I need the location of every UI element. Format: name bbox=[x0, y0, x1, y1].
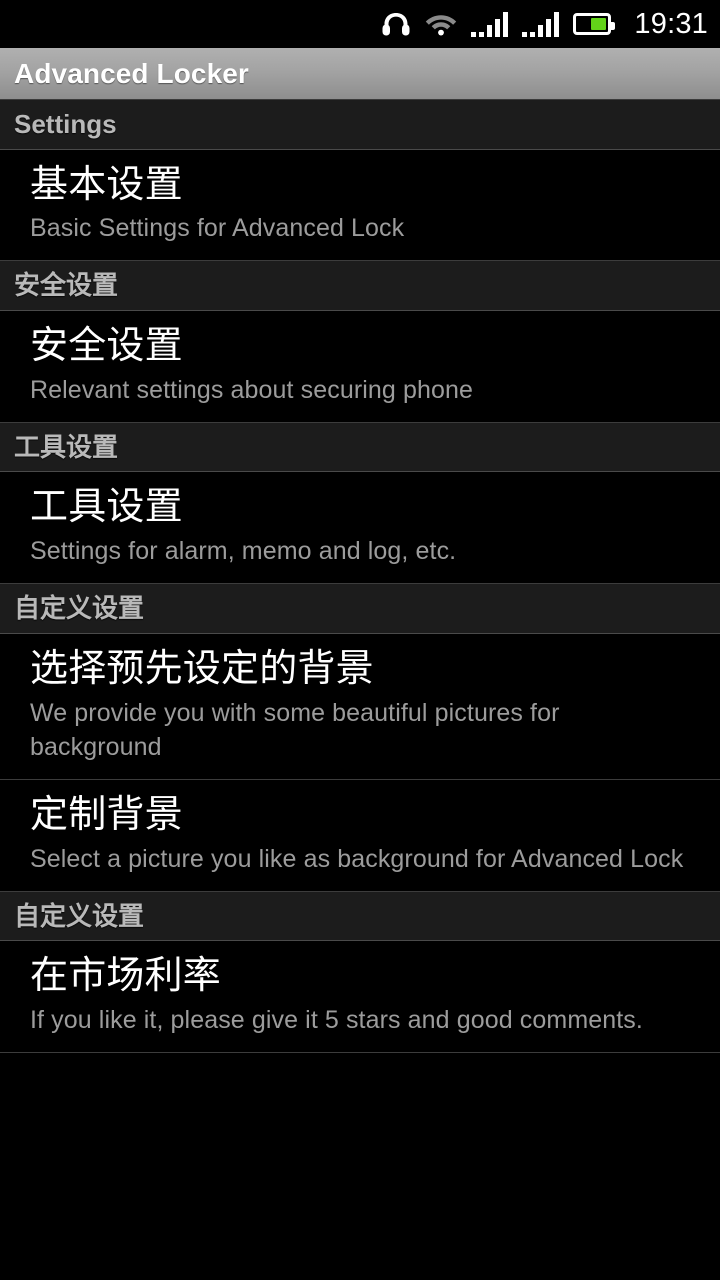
signal-icon-sim2 bbox=[522, 11, 560, 37]
list-item-subtitle: If you like it, please give it 5 stars a… bbox=[30, 1005, 643, 1034]
list-item[interactable]: 选择预先设定的背景 We provide you with some beauti… bbox=[0, 633, 720, 780]
app-title-bar: Advanced Locker bbox=[0, 48, 720, 100]
section-header: Settings bbox=[0, 100, 720, 150]
list-item[interactable]: 工具设置 Settings for alarm, memo and log, et… bbox=[0, 472, 720, 585]
section-header-label: 自定义设置 bbox=[14, 593, 145, 624]
battery-icon bbox=[573, 13, 616, 35]
list-item-subtitle: Relevant settings about securing phone bbox=[30, 375, 473, 404]
list-item-subtitle: We provide you with some beautiful pictu… bbox=[30, 698, 560, 761]
list-item-title: 工具设置 bbox=[30, 486, 183, 529]
signal-icon-sim1 bbox=[471, 11, 509, 37]
list-item-subtitle: Select a picture you like as background … bbox=[30, 844, 684, 873]
battery-fill bbox=[591, 18, 607, 30]
list-item-title: 基本设置 bbox=[30, 163, 183, 206]
list-empty-space bbox=[0, 1166, 720, 1280]
list-item-title: 选择预先设定的背景 bbox=[30, 647, 374, 690]
section-header-label: 自定义设置 bbox=[14, 900, 145, 931]
section-header: 安全设置 bbox=[0, 261, 720, 312]
headphones-icon bbox=[381, 11, 411, 37]
section-header: 自定义设置 bbox=[0, 891, 720, 942]
section-header-label: Settings bbox=[14, 109, 117, 139]
phone-screen: 19:31 Advanced Locker Settings 基本设置 Basic … bbox=[0, 0, 720, 1280]
list-item[interactable]: 基本设置 Basic Settings for Advanced Lock bbox=[0, 149, 720, 262]
list-item-title: 安全设置 bbox=[30, 325, 183, 368]
list-item[interactable]: 在市场利率 If you like it, please give it 5 st… bbox=[0, 941, 720, 1053]
wifi-icon bbox=[425, 11, 457, 37]
list-item[interactable]: 定制背景 Select a picture you like as backgro… bbox=[0, 779, 720, 892]
status-bar-icons: 19:31 bbox=[381, 8, 708, 41]
list-item-subtitle: Settings for alarm, memo and log, etc. bbox=[30, 537, 457, 566]
settings-list[interactable]: Settings 基本设置 Basic Settings for Advanced … bbox=[0, 100, 720, 1167]
list-item[interactable]: 安全设置 Relevant settings about securing pho… bbox=[0, 311, 720, 423]
section-header-label: 工具设置 bbox=[14, 431, 119, 462]
page-title: Advanced Locker bbox=[14, 57, 249, 89]
section-header: 自定义设置 bbox=[0, 584, 720, 634]
list-item-title: 在市场利率 bbox=[30, 955, 222, 998]
status-bar: 19:31 bbox=[0, 0, 720, 48]
section-header: 工具设置 bbox=[0, 422, 720, 473]
list-item-subtitle: Basic Settings for Advanced Lock bbox=[30, 214, 405, 243]
section-header-label: 安全设置 bbox=[14, 270, 119, 301]
list-item-title: 定制背景 bbox=[30, 793, 183, 836]
status-bar-clock: 19:31 bbox=[634, 7, 708, 40]
